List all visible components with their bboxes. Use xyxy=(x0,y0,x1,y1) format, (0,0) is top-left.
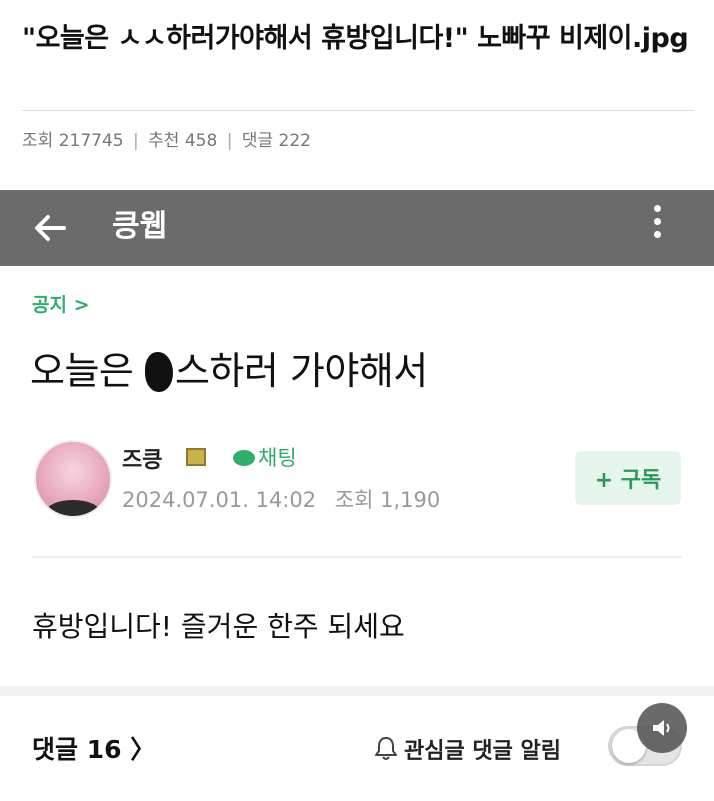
chat-bubble-icon[interactable] xyxy=(233,450,255,466)
app-bar: 킁웹 xyxy=(0,190,714,266)
arrow-left-icon[interactable] xyxy=(30,208,70,248)
section-divider xyxy=(0,686,714,696)
comments-link[interactable]: 댓글 16 〉 xyxy=(32,730,155,766)
notice-link[interactable]: 공지 > xyxy=(32,290,90,317)
app-title: 킁웹 xyxy=(112,209,168,244)
article-date: 2024.07.01. 14:02 xyxy=(122,488,317,512)
comments-label: 댓글 xyxy=(241,131,274,151)
views-label: 조회 xyxy=(22,131,54,151)
article-views-count: 1,190 xyxy=(380,488,441,512)
meta-separator: | xyxy=(226,131,233,151)
speaker-icon xyxy=(653,720,670,736)
sound-button[interactable] xyxy=(637,703,687,753)
article-title-suffix: 스하러 가야해서 xyxy=(174,349,428,393)
meta-separator: | xyxy=(133,131,139,151)
avatar[interactable] xyxy=(34,440,112,518)
article-title: 오늘은 스하러 가야해서 xyxy=(30,340,428,395)
comments-count: 222 xyxy=(278,131,311,151)
likes-label: 추천 xyxy=(148,131,180,151)
article-body: 휴방입니다! 즐거운 한주 되세요 xyxy=(32,610,405,643)
post-title: "오늘은 ㅅㅅ하러가야해서 휴방입니다!" 노빠꾸 비제이.jpg xyxy=(22,23,689,54)
views-count: 217745 xyxy=(58,131,124,151)
chat-button-label[interactable]: 채팅 xyxy=(258,442,297,472)
subscribe-button[interactable]: + 구독 xyxy=(575,451,681,505)
comment-notify-label: 관심글 댓글 알림 xyxy=(404,739,561,764)
author-name[interactable]: 즈킁 xyxy=(122,442,162,474)
grade-badge-icon xyxy=(186,448,206,466)
bell-icon xyxy=(375,737,397,760)
more-vertical-icon[interactable] xyxy=(650,200,664,248)
post-divider xyxy=(22,110,694,111)
post-meta: 조회 217745 | 추천 458 | 댓글 222 xyxy=(22,126,311,151)
article-meta: 2024.07.01. 14:02 조회 1,190 xyxy=(122,484,440,514)
censor-blot-icon xyxy=(144,352,173,392)
likes-count: 458 xyxy=(184,131,218,151)
article-title-prefix: 오늘은 xyxy=(30,349,145,393)
embedded-screenshot: 킁웹 공지 > 오늘은 스하러 가야해서 즈킁 채팅 2024.07.01. 1… xyxy=(0,190,714,801)
content-divider xyxy=(32,556,682,558)
article-views-label: 조회 xyxy=(334,488,374,512)
